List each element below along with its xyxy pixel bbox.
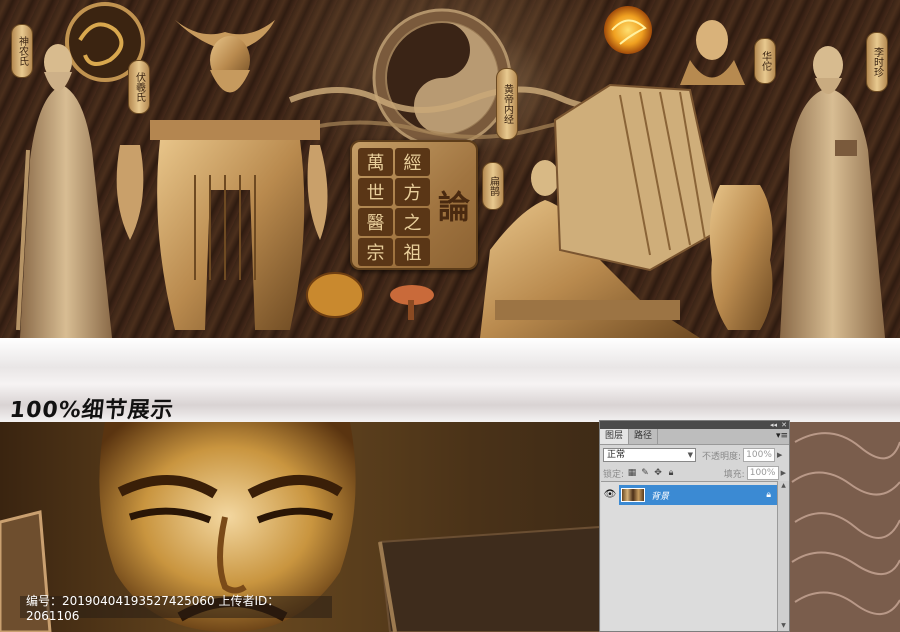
lock-pixels-icon[interactable]: ✎	[640, 468, 650, 478]
seal-char: 世	[358, 178, 393, 206]
opacity-label: 不透明度:	[702, 451, 742, 462]
layer-list: 👁︎ 背景 🔒︎	[601, 481, 777, 631]
layer-list-scrollbar[interactable]: ▲ ▼	[777, 481, 789, 631]
lock-transparency-icon[interactable]: ▦	[627, 468, 637, 478]
seal-char: 醫	[358, 208, 393, 236]
seal-char: 萬	[358, 148, 393, 176]
opacity-slider-icon[interactable]: ▶	[777, 451, 782, 459]
panel-titlebar: ◂◂ ✕	[600, 421, 789, 429]
seal-char: 祖	[395, 238, 430, 266]
relief-mural-image: 神农氏 伏羲氏 黄帝内经 扁鹊 华佗 李时珍 萬 經 世 方 醫 之 宗 祖 論	[0, 0, 900, 338]
eye-icon[interactable]: 👁︎	[601, 485, 619, 505]
lock-label: 锁定:	[603, 469, 625, 480]
name-badge-left: 神农氏	[11, 24, 33, 78]
seal-big-char: 論	[437, 188, 470, 226]
fill-input[interactable]: 100%	[746, 466, 779, 480]
blend-mode-select[interactable]: 正常 ▼	[603, 448, 696, 462]
detail-heading: 100%细节展示	[8, 398, 176, 423]
name-badge-writer: 扁鹊	[482, 162, 504, 210]
collapse-icon[interactable]: ◂◂	[770, 421, 777, 429]
name-badge-fuxi: 伏羲氏	[128, 60, 150, 114]
seal-char: 經	[395, 148, 430, 176]
blend-row: 正常 ▼ 不透明度: 100% ▶	[603, 447, 786, 463]
seal-char: 方	[395, 178, 430, 206]
watermark-caption: 编号：20190404193527425060 上传者ID：2061106	[20, 594, 332, 623]
fill-slider-icon[interactable]: ▶	[781, 469, 786, 477]
name-badge-sage-top: 华佗	[754, 38, 776, 84]
scroll-down-icon[interactable]: ▼	[778, 621, 789, 631]
seal-char: 之	[395, 208, 430, 236]
tab-layers[interactable]: 图层	[600, 429, 630, 444]
seal-char: 宗	[358, 238, 393, 266]
scroll-up-icon[interactable]: ▲	[778, 481, 789, 491]
tab-paths[interactable]: 路径	[629, 429, 659, 444]
name-badge-center: 黄帝内经	[496, 68, 518, 140]
lock-all-icon[interactable]: 🔒︎	[666, 468, 676, 478]
layer-thumbnail	[621, 488, 645, 502]
blend-mode-value: 正常	[607, 450, 626, 460]
lock-position-icon[interactable]: ✥	[653, 468, 663, 478]
fill-label: 填充:	[723, 469, 745, 480]
layer-name[interactable]: 背景	[651, 489, 766, 502]
layer-row-background[interactable]: 👁︎ 背景 🔒︎	[601, 485, 777, 505]
panel-menu-icon[interactable]: ▾≡	[775, 429, 789, 444]
name-badge-right: 李时珍	[866, 32, 888, 92]
tab-spacer	[658, 429, 775, 444]
close-icon[interactable]: ✕	[781, 421, 787, 429]
panel-tabs: 图层 路径 ▾≡	[600, 429, 789, 445]
calligraphy-seal: 萬 經 世 方 醫 之 宗 祖 論	[350, 140, 478, 270]
opacity-input[interactable]: 100%	[743, 448, 776, 462]
layer-lock-icon: 🔒︎	[766, 490, 771, 500]
layers-panel: ◂◂ ✕ 图层 路径 ▾≡ 正常 ▼ 不透明度: 100% ▶ 锁定: ▦ ✎ …	[599, 420, 790, 632]
lock-row: 锁定: ▦ ✎ ✥ 🔒︎ 填充: 100% ▶	[603, 465, 786, 481]
chevron-down-icon: ▼	[687, 451, 693, 459]
